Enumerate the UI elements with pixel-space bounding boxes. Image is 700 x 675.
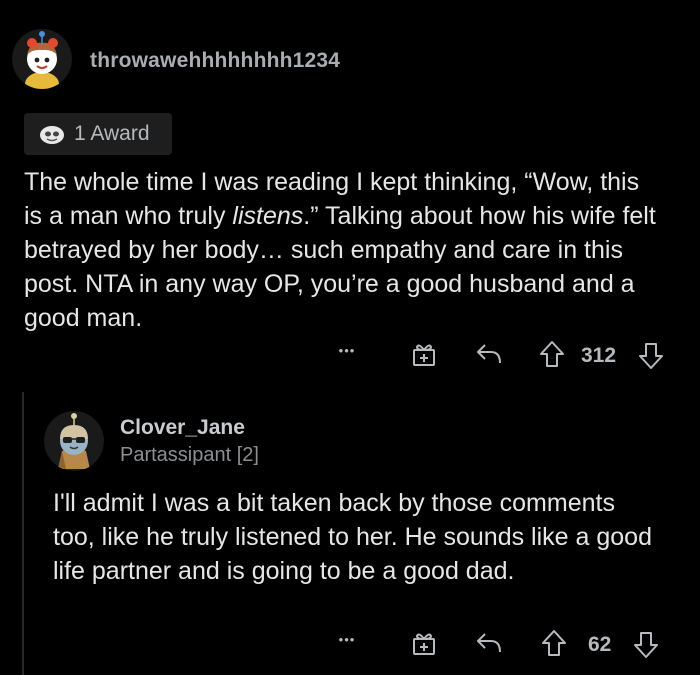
reply-arrow-icon[interactable] [475,342,503,366]
comment-body: The whole time I was reading I kept thin… [24,165,664,335]
reply-avatar[interactable] [44,411,104,471]
gift-icon[interactable] [411,630,437,656]
reply-actions: ••• 62 [333,626,673,662]
reply-user-flair: Partassipant [2] [120,444,259,466]
reply-username[interactable]: Clover_Jane [120,416,245,440]
comment-actions: ••• 312 [333,337,673,373]
gift-icon[interactable] [411,341,437,367]
thread-line[interactable] [22,392,24,675]
upvote-arrow-icon[interactable] [539,340,565,368]
award-badge[interactable]: 1 Award [24,113,172,155]
avatar-image [12,29,72,89]
award-icon [38,123,66,145]
more-options-button[interactable]: ••• [333,343,361,358]
comment-vote-count: 312 [581,344,617,367]
reply-avatar-image [44,411,104,471]
downvote-arrow-icon[interactable] [633,631,659,659]
award-count: 1 Award [74,122,150,145]
user-avatar[interactable] [12,29,72,89]
comment-text-italic: listens [232,202,304,230]
reply-vote-count: 62 [588,633,612,656]
upvote-arrow-icon[interactable] [541,629,567,657]
downvote-arrow-icon[interactable] [638,342,664,370]
more-options-button[interactable]: ••• [333,632,361,647]
comment-username[interactable]: throwawehhhhhhhh1234 [90,49,340,73]
reply-arrow-icon[interactable] [475,631,503,655]
reply-body: I'll admit I was a bit taken back by tho… [53,489,652,585]
